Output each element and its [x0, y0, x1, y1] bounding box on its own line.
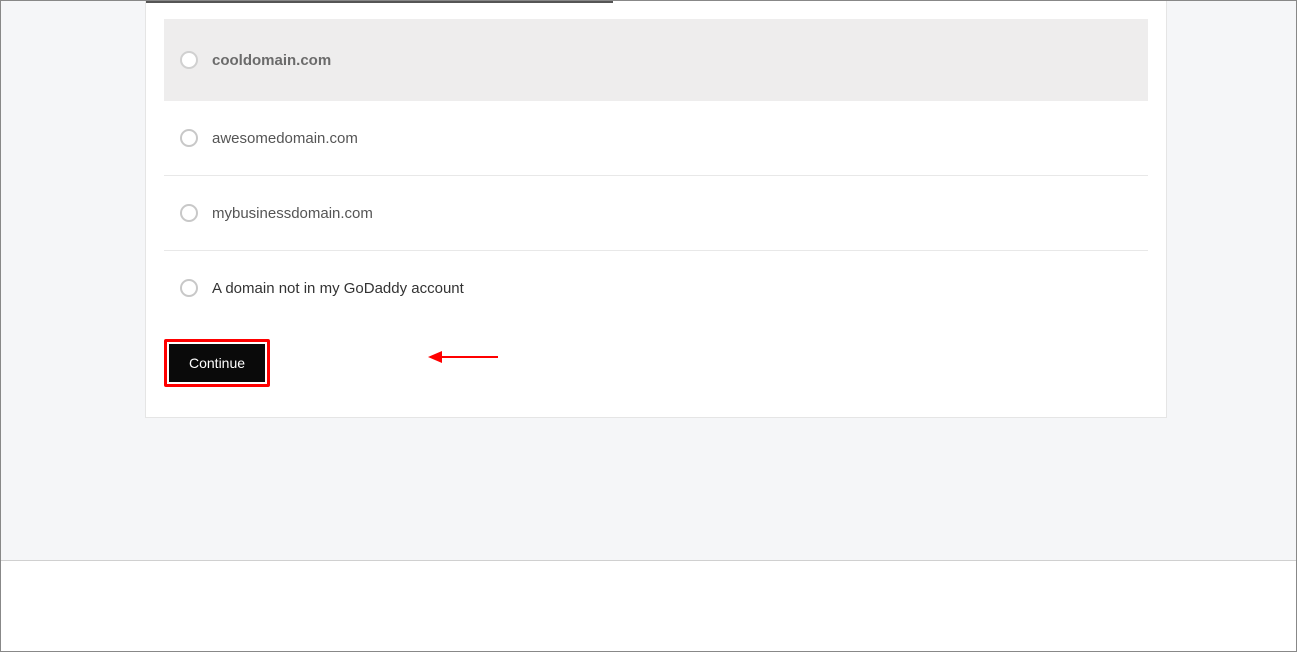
domain-option-row[interactable]: cooldomain.com — [164, 19, 1148, 101]
annotation-arrow-icon — [428, 347, 498, 367]
domain-option-row[interactable]: awesomedomain.com — [164, 101, 1148, 176]
domain-option-label: awesomedomain.com — [212, 130, 358, 147]
card-top-border-accent — [146, 1, 613, 3]
page-background: cooldomain.com awesomedomain.com mybusin… — [1, 1, 1296, 561]
domain-option-label: cooldomain.com — [212, 52, 331, 69]
domain-option-label: A domain not in my GoDaddy account — [212, 280, 464, 297]
radio-icon — [180, 51, 198, 69]
radio-icon — [180, 129, 198, 147]
domain-option-row[interactable]: mybusinessdomain.com — [164, 176, 1148, 251]
domain-selection-card: cooldomain.com awesomedomain.com mybusin… — [145, 1, 1167, 418]
radio-icon — [180, 279, 198, 297]
annotation-highlight-box: Continue — [164, 339, 270, 387]
button-container: Continue — [146, 325, 1166, 387]
radio-icon — [180, 204, 198, 222]
domain-option-list: cooldomain.com awesomedomain.com mybusin… — [146, 1, 1166, 325]
domain-option-label: mybusinessdomain.com — [212, 205, 373, 222]
domain-option-row-external[interactable]: A domain not in my GoDaddy account — [164, 251, 1148, 325]
continue-button[interactable]: Continue — [169, 344, 265, 382]
